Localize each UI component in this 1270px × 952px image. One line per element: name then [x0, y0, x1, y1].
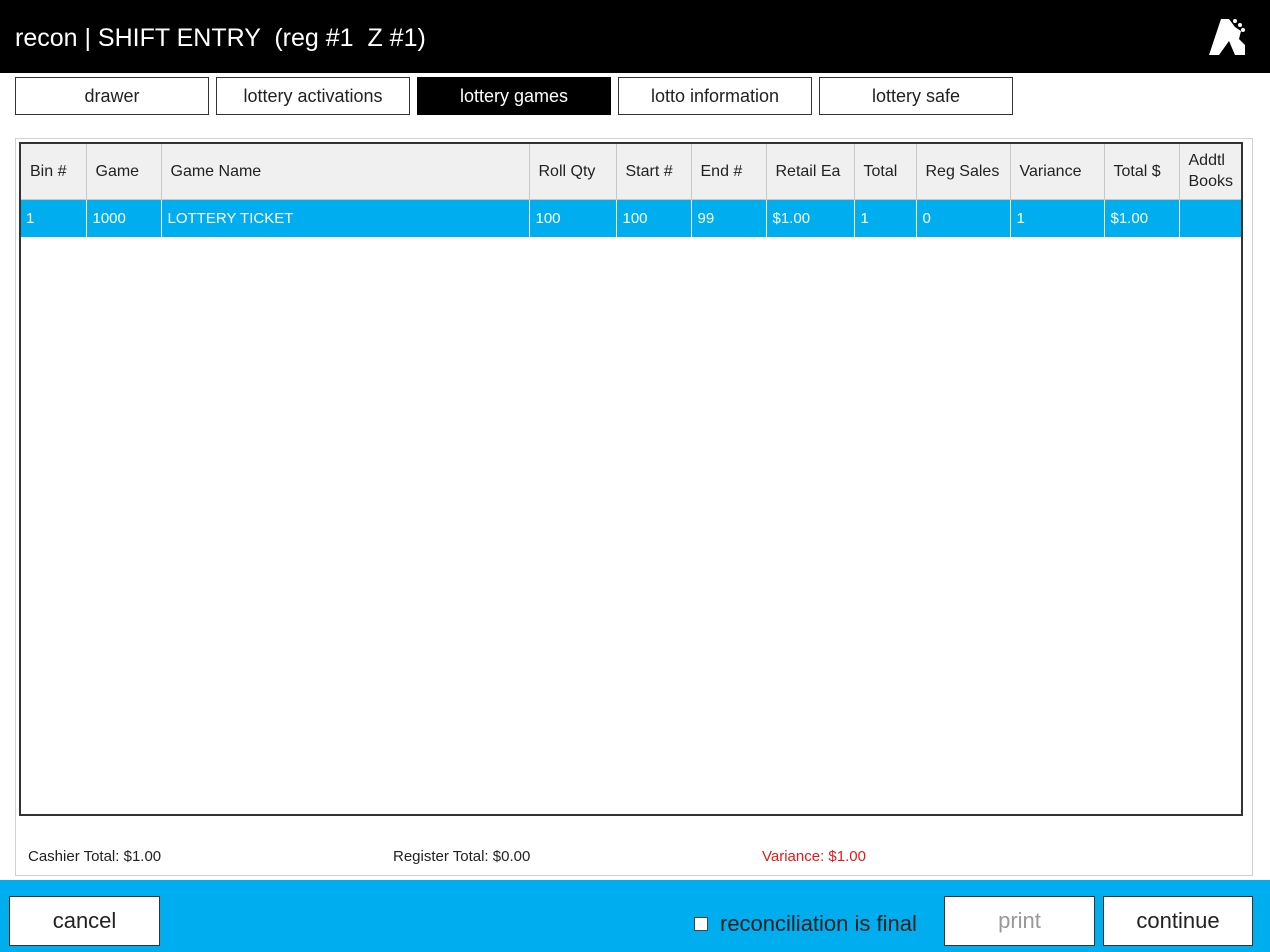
cell-total[interactable]: 1	[854, 199, 917, 237]
column-header-reg-sales[interactable]: Reg Sales	[916, 144, 1011, 200]
cell-game-name[interactable]: LOTTERY TICKET	[161, 199, 530, 237]
column-header-game[interactable]: Game	[86, 144, 162, 200]
table-row[interactable]: 1 1000 LOTTERY TICKET 100 100 99 $1.00 1…	[21, 199, 1241, 237]
reconciliation-final-label[interactable]: reconciliation is final	[720, 911, 917, 937]
tab-lotto-information[interactable]: lotto information	[618, 77, 812, 115]
cell-variance[interactable]: 1	[1010, 199, 1105, 237]
cashier-total: Cashier Total: $1.00	[28, 848, 162, 865]
tab-lottery-games[interactable]: lottery games	[417, 77, 611, 115]
tab-lottery-activations[interactable]: lottery activations	[216, 77, 410, 115]
cancel-button[interactable]: cancel	[9, 896, 160, 946]
cell-total-dollars[interactable]: $1.00	[1104, 199, 1180, 237]
reconciliation-final-toggle[interactable]: reconciliation is final	[694, 911, 917, 937]
cell-end[interactable]: 99	[691, 199, 767, 237]
cell-bin[interactable]: 1	[21, 199, 87, 237]
column-header-roll-qty[interactable]: Roll Qty	[529, 144, 617, 200]
column-header-total[interactable]: Total	[854, 144, 917, 200]
column-header-end[interactable]: End #	[691, 144, 767, 200]
variance-total: Variance: $1.00	[762, 848, 866, 865]
cell-game[interactable]: 1000	[86, 199, 162, 237]
register-total: Register Total: $0.00	[393, 848, 531, 865]
column-header-addtl-books[interactable]: Addtl Books	[1179, 144, 1241, 200]
lottery-games-grid[interactable]: Bin # Game Game Name Roll Qty Start # En…	[19, 142, 1243, 816]
cell-addtl-books[interactable]	[1179, 199, 1241, 237]
column-header-game-name[interactable]: Game Name	[161, 144, 530, 200]
reconciliation-final-checkbox[interactable]	[694, 917, 708, 931]
continue-button[interactable]: continue	[1103, 896, 1253, 946]
cell-roll-qty[interactable]: 100	[529, 199, 617, 237]
column-header-start[interactable]: Start #	[616, 144, 692, 200]
tab-drawer[interactable]: drawer	[15, 77, 209, 115]
column-header-bin[interactable]: Bin #	[21, 144, 87, 200]
column-header-variance[interactable]: Variance	[1010, 144, 1105, 200]
cell-reg-sales[interactable]: 0	[916, 199, 1011, 237]
cell-retail-ea[interactable]: $1.00	[766, 199, 855, 237]
column-header-retail-ea[interactable]: Retail Ea	[766, 144, 855, 200]
column-header-total-dollars[interactable]: Total $	[1104, 144, 1180, 200]
print-button[interactable]: print	[944, 896, 1095, 946]
title-bar: recon | SHIFT ENTRY (reg #1 Z #1)	[0, 0, 1270, 73]
page-title: recon | SHIFT ENTRY (reg #1 Z #1)	[15, 24, 426, 52]
table-header-row: Bin # Game Game Name Roll Qty Start # En…	[21, 144, 1241, 200]
app-logo-icon	[1209, 19, 1245, 55]
tab-lottery-safe[interactable]: lottery safe	[819, 77, 1013, 115]
cell-start[interactable]: 100	[616, 199, 692, 237]
